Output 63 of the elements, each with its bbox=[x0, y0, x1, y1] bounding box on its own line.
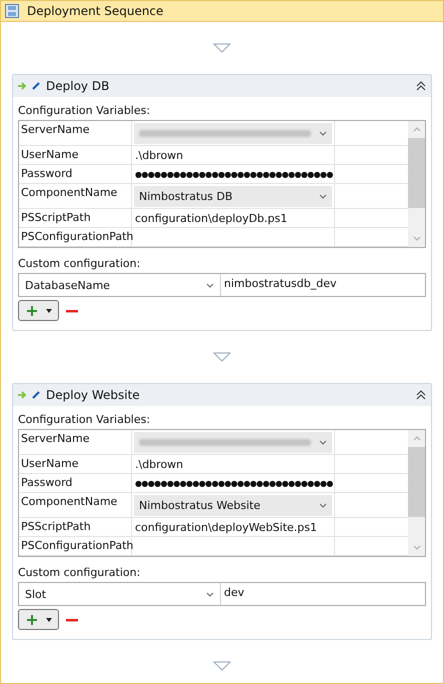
chevron-icon bbox=[319, 440, 327, 444]
variable-name: PSScriptPath bbox=[19, 518, 132, 536]
arrow-icon bbox=[18, 81, 28, 91]
scroll-up-icon[interactable] bbox=[412, 436, 420, 441]
variable-name: UserName bbox=[19, 455, 132, 473]
add-split-button[interactable] bbox=[18, 300, 59, 321]
variable-name: ComponentName bbox=[19, 184, 132, 208]
activity-title: Deploy DB bbox=[46, 79, 110, 93]
variable-value[interactable]: .\dbrown bbox=[132, 458, 184, 470]
collapse-icon[interactable] bbox=[416, 390, 426, 400]
chevron-icon bbox=[206, 282, 214, 288]
plus-icon bbox=[26, 614, 38, 626]
password-value[interactable]: ●●●●●●●●●●●●●●●●●●●●●●●●●●●●●●● bbox=[132, 170, 333, 178]
chevron-icon bbox=[319, 194, 327, 198]
pencil-icon bbox=[31, 81, 41, 91]
component-dropdown[interactable]: Nimbostratus DB bbox=[134, 186, 332, 206]
sequence-icon bbox=[5, 4, 19, 18]
variable-name: Password bbox=[19, 165, 132, 183]
caret-icon bbox=[46, 308, 52, 312]
pencil-icon bbox=[31, 390, 41, 400]
sequence-title: Deployment Sequence bbox=[27, 4, 164, 18]
collapse-icon[interactable] bbox=[416, 81, 426, 91]
chevron-icon bbox=[206, 592, 214, 596]
server-dropdown[interactable] bbox=[134, 432, 332, 452]
section-label: Custom configuration: bbox=[18, 257, 142, 270]
variable-name: Password bbox=[19, 474, 132, 492]
password-value[interactable]: ●●●●●●●●●●●●●●●●●●●●●●●●●●●●●●● bbox=[132, 478, 333, 488]
variable-value[interactable]: configuration\deployDb.ps1 bbox=[132, 212, 288, 224]
variable-name: UserName bbox=[19, 146, 132, 164]
drop-target-icon bbox=[213, 661, 231, 671]
key-dropdown[interactable]: Slot bbox=[19, 583, 221, 605]
remove-icon[interactable] bbox=[66, 308, 78, 312]
key-dropdown[interactable]: DatabaseName bbox=[19, 274, 221, 296]
variable-name: PSScriptPath bbox=[19, 209, 132, 227]
variable-name: PSConfigurationPath bbox=[19, 228, 132, 246]
caret-icon bbox=[46, 618, 52, 622]
remove-icon[interactable] bbox=[66, 618, 78, 622]
add-split-button[interactable] bbox=[18, 609, 59, 630]
scroll-down-icon[interactable] bbox=[412, 236, 420, 241]
arrow-icon bbox=[18, 390, 28, 400]
variable-name: ComponentName bbox=[19, 493, 132, 517]
scrollbar[interactable] bbox=[408, 121, 425, 247]
scroll-up-icon[interactable] bbox=[412, 127, 420, 132]
plus-icon bbox=[26, 304, 38, 316]
activity-title: Deploy Website bbox=[46, 388, 141, 402]
drop-target-icon bbox=[213, 352, 231, 362]
variable-name: ServerName bbox=[19, 430, 132, 454]
drop-target-icon bbox=[213, 43, 231, 53]
variable-name: PSConfigurationPath bbox=[19, 537, 132, 555]
custom-value[interactable]: nimbostratusdb_dev bbox=[221, 274, 340, 296]
section-label: Custom configuration: bbox=[18, 566, 142, 579]
scroll-down-icon[interactable] bbox=[412, 545, 420, 550]
component-dropdown[interactable]: Nimbostratus Website bbox=[134, 494, 332, 516]
variable-name: ServerName bbox=[19, 121, 132, 145]
variable-value[interactable]: .\dbrown bbox=[132, 148, 184, 162]
section-label: Configuration Variables: bbox=[18, 104, 152, 117]
custom-value[interactable]: dev bbox=[221, 583, 248, 605]
section-label: Configuration Variables: bbox=[18, 413, 152, 426]
server-dropdown[interactable] bbox=[134, 122, 332, 144]
chevron-icon bbox=[319, 130, 327, 136]
chevron-icon bbox=[319, 502, 327, 508]
variable-value[interactable]: configuration\deployWebSite.ps1 bbox=[132, 520, 318, 534]
scrollbar[interactable] bbox=[408, 430, 425, 556]
